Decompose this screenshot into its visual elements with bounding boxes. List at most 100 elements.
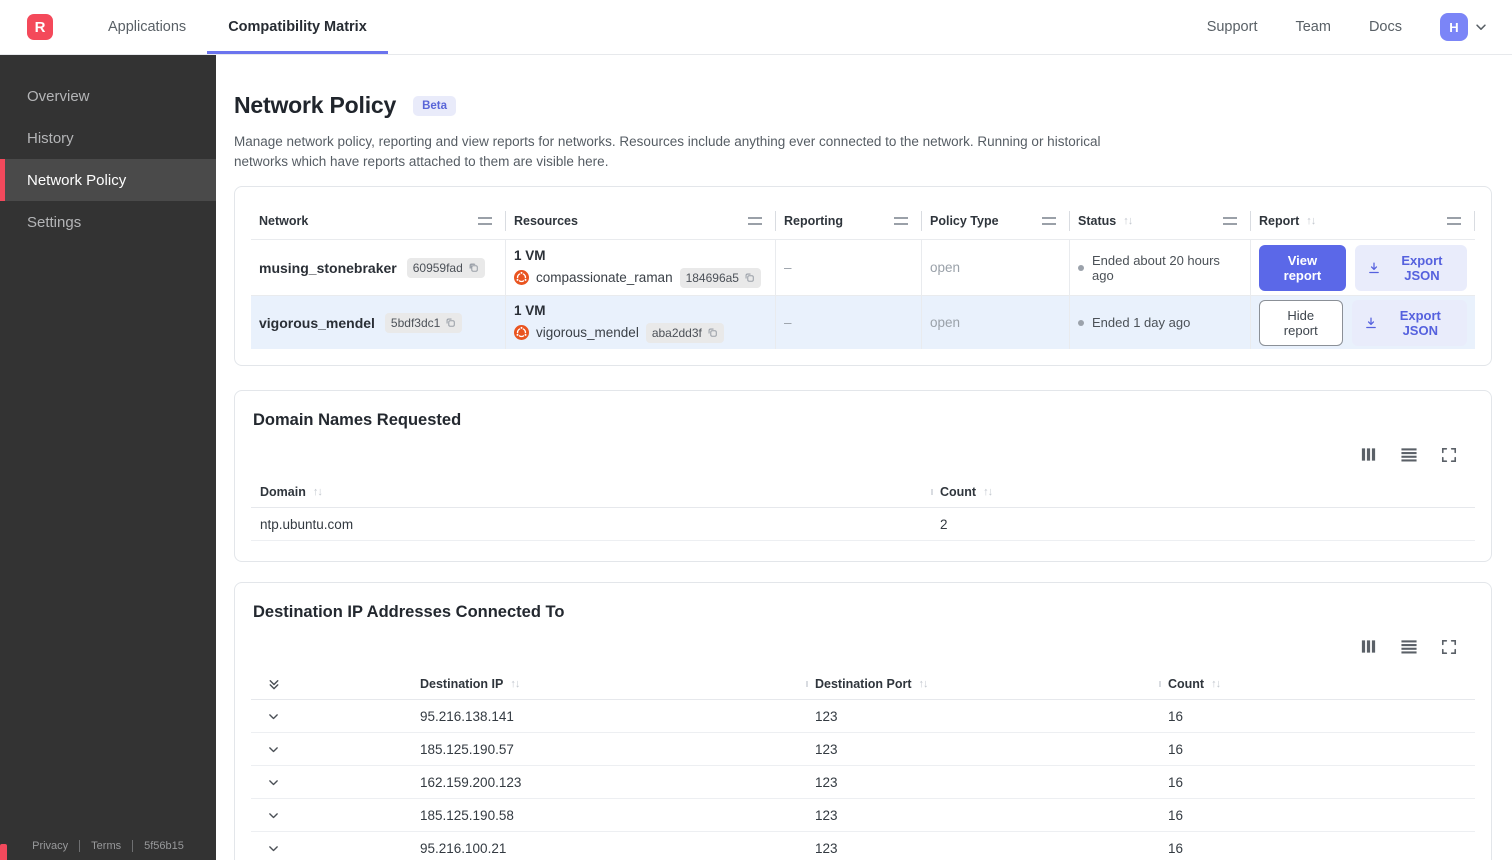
nav-support[interactable]: Support <box>1207 19 1258 35</box>
export-json-button[interactable]: Export JSON <box>1354 244 1467 291</box>
beta-badge: Beta <box>413 95 457 116</box>
resources-cell: 1 VM vigorous_mendel aba2dd3f <box>506 296 776 349</box>
divider <box>79 840 81 852</box>
main-content: Network Policy Beta Manage network polic… <box>216 55 1512 860</box>
network-row-vigorous-mendel: vigorous_mendel 5bdf3dc1 1 VM vigorous_m… <box>251 295 1475 349</box>
column-header-destination-ip[interactable]: Destination IP ↑↓ <box>411 677 806 691</box>
column-header-domain[interactable]: Domain ↑↓ <box>251 485 931 499</box>
ubuntu-icon <box>514 325 529 340</box>
rows-icon[interactable] <box>1400 638 1418 655</box>
column-header-network[interactable]: Network <box>251 203 506 239</box>
view-report-button[interactable]: View report <box>1259 244 1346 291</box>
copy-icon[interactable] <box>707 327 718 338</box>
networks-table-card: Network Resources Reporting Policy Type <box>234 186 1492 366</box>
primary-nav: Applications Compatibility Matrix <box>87 0 388 54</box>
copy-icon[interactable] <box>468 262 479 273</box>
status-dot <box>1078 264 1084 271</box>
avatar[interactable]: H <box>1440 13 1468 41</box>
hide-report-button[interactable]: Hide report <box>1259 299 1343 346</box>
row-expander[interactable] <box>251 842 411 855</box>
row-expander[interactable] <box>251 743 411 756</box>
network-row-musing-stonebraker: musing_stonebraker 60959fad 1 VM compass… <box>251 239 1475 295</box>
chevron-down-icon[interactable] <box>1474 20 1488 34</box>
domains-card-title: Domain Names Requested <box>253 411 462 429</box>
column-drag-handle[interactable] <box>748 217 762 225</box>
double-chevron-down-icon[interactable] <box>267 677 281 692</box>
chevron-down-icon[interactable] <box>267 710 280 723</box>
ubuntu-icon <box>514 270 529 285</box>
privacy-link[interactable]: Privacy <box>32 840 68 852</box>
sort-icon[interactable]: ↑↓ <box>510 678 520 690</box>
column-header-status[interactable]: Status ↑↓ <box>1070 203 1251 239</box>
sidebar-item-network-policy[interactable]: Network Policy <box>0 159 216 201</box>
topbar: R Applications Compatibility Matrix Supp… <box>0 0 1512 55</box>
destination-ip-cell: 185.125.190.58 <box>420 807 514 823</box>
destination-ip-cell: 162.159.200.123 <box>420 774 522 790</box>
terms-link[interactable]: Terms <box>91 840 121 852</box>
network-hash-pill: 60959fad <box>406 257 485 278</box>
expand-all-header[interactable] <box>251 677 411 692</box>
nav-team[interactable]: Team <box>1295 19 1330 35</box>
columns-icon[interactable] <box>1360 638 1377 655</box>
count-cell: 16 <box>1168 840 1184 856</box>
sort-icon[interactable]: ↑↓ <box>1123 215 1133 227</box>
download-icon <box>1367 261 1381 275</box>
chevron-down-icon[interactable] <box>267 842 280 855</box>
fullscreen-icon[interactable] <box>1441 447 1457 463</box>
export-json-button[interactable]: Export JSON <box>1351 299 1467 346</box>
column-header-count[interactable]: Count ↑↓ <box>1159 677 1475 691</box>
sort-icon[interactable]: ↑↓ <box>313 486 323 498</box>
copy-icon[interactable] <box>744 272 755 283</box>
sort-icon[interactable]: ↑↓ <box>919 678 929 690</box>
destination-row: 185.125.190.57 123 16 <box>251 733 1475 766</box>
column-drag-handle[interactable] <box>894 217 908 225</box>
chevron-down-icon[interactable] <box>267 809 280 822</box>
nav-applications[interactable]: Applications <box>87 0 207 54</box>
sort-icon[interactable]: ↑↓ <box>983 486 993 498</box>
sort-icon[interactable]: ↑↓ <box>1306 215 1316 227</box>
policy-type-cell: open <box>922 240 1070 295</box>
sidebar-item-settings[interactable]: Settings <box>0 201 216 243</box>
networks-table-header: Network Resources Reporting Policy Type <box>251 203 1475 239</box>
column-drag-handle[interactable] <box>478 217 492 225</box>
destination-port-cell: 123 <box>815 774 838 790</box>
rows-icon[interactable] <box>1400 446 1418 463</box>
domains-table: Domain ↑↓ Count ↑↓ ntp.ubuntu.com 2 <box>251 477 1475 541</box>
resource-name: compassionate_raman <box>536 270 673 285</box>
reporting-cell: – <box>776 240 922 295</box>
chevron-down-icon[interactable] <box>267 743 280 756</box>
destination-port-cell: 123 <box>815 840 838 856</box>
resource-name: vigorous_mendel <box>536 325 639 340</box>
domain-row: ntp.ubuntu.com 2 <box>251 508 1475 541</box>
row-expander[interactable] <box>251 776 411 789</box>
status-text: Ended 1 day ago <box>1092 315 1191 330</box>
copy-icon[interactable] <box>445 317 456 328</box>
account-menu[interactable]: H <box>1440 13 1488 41</box>
sidebar: Overview History Network Policy Settings… <box>0 55 216 860</box>
sidebar-item-overview[interactable]: Overview <box>0 75 216 117</box>
column-header-report[interactable]: Report ↑↓ <box>1251 203 1475 239</box>
fullscreen-icon[interactable] <box>1441 639 1457 655</box>
page-description: Manage network policy, reporting and vie… <box>234 134 1101 169</box>
sort-icon[interactable]: ↑↓ <box>1211 678 1221 690</box>
row-expander[interactable] <box>251 809 411 822</box>
columns-icon[interactable] <box>1360 446 1377 463</box>
sidebar-item-history[interactable]: History <box>0 117 216 159</box>
column-drag-handle[interactable] <box>1223 217 1237 225</box>
column-drag-handle[interactable] <box>1042 217 1056 225</box>
app-logo[interactable]: R <box>27 14 53 40</box>
column-header-resources[interactable]: Resources <box>506 203 776 239</box>
nav-compatibility-matrix[interactable]: Compatibility Matrix <box>207 0 388 54</box>
domains-card: Domain Names Requested Domain ↑↓ Count ↑… <box>234 390 1492 562</box>
chevron-down-icon[interactable] <box>267 776 280 789</box>
status-text: Ended about 20 hours ago <box>1092 252 1220 283</box>
column-header-destination-port[interactable]: Destination Port ↑↓ <box>806 677 1159 691</box>
resource-hash-pill: 184696a5 <box>679 267 761 288</box>
column-header-count[interactable]: Count ↑↓ <box>931 485 1475 499</box>
nav-docs[interactable]: Docs <box>1369 19 1402 35</box>
column-drag-handle[interactable] <box>1447 217 1461 225</box>
column-header-policy-type[interactable]: Policy Type <box>922 203 1070 239</box>
row-expander[interactable] <box>251 710 411 723</box>
column-header-reporting[interactable]: Reporting <box>776 203 922 239</box>
launcher-accent <box>0 844 7 860</box>
